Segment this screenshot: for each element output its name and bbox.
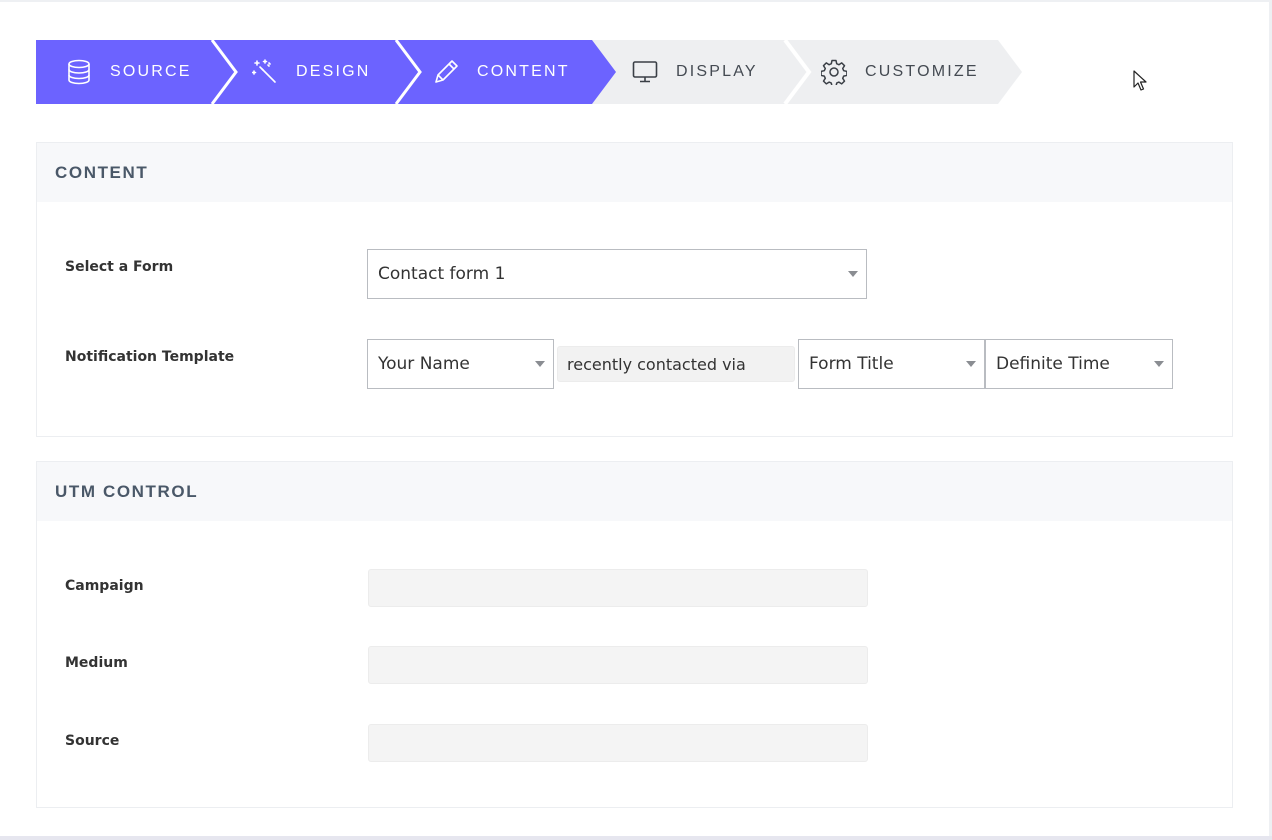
source-label: Source: [65, 733, 120, 749]
utm-control-panel: UTM CONTROL Campaign Medium Source: [36, 461, 1233, 808]
content-panel: CONTENT Select a Form Contact form 1 Not…: [36, 142, 1233, 437]
step-label: SOURCE: [110, 63, 192, 80]
panel-title: UTM CONTROL: [55, 481, 199, 501]
step-design[interactable]: DESIGN: [252, 40, 371, 104]
template-static-text-value: recently contacted via: [567, 354, 746, 374]
step-display[interactable]: DISPLAY: [632, 40, 758, 104]
medium-input[interactable]: [368, 646, 868, 684]
mouse-cursor-icon: [1133, 70, 1147, 91]
chevron-down-icon: [535, 361, 545, 367]
step-label: CUSTOMIZE: [865, 63, 979, 80]
campaign-label: Campaign: [65, 578, 144, 594]
template-title-select[interactable]: Form Title: [798, 339, 985, 389]
page: SOURCE DESIGN CONTENT DISPLAY CUSTOMIZE …: [0, 0, 1272, 840]
chevron-down-icon: [966, 361, 976, 367]
template-static-text: recently contacted via: [557, 346, 795, 382]
magic-wand-icon: [252, 59, 278, 85]
step-label: DISPLAY: [676, 63, 758, 80]
step-label: DESIGN: [296, 63, 371, 80]
chevron-down-icon: [1154, 361, 1164, 367]
template-time-select[interactable]: Definite Time: [985, 339, 1173, 389]
wizard-stepper: SOURCE DESIGN CONTENT DISPLAY CUSTOMIZE: [36, 40, 1036, 104]
pencil-icon: [433, 59, 459, 85]
source-input[interactable]: [368, 724, 868, 762]
step-customize[interactable]: CUSTOMIZE: [821, 40, 979, 104]
campaign-input[interactable]: [368, 569, 868, 607]
notification-template-label: Notification Template: [65, 349, 235, 365]
chevron-down-icon: [848, 271, 858, 277]
step-content[interactable]: CONTENT: [433, 40, 570, 104]
template-name-value: Your Name: [378, 354, 470, 374]
content-panel-header: CONTENT: [37, 143, 1232, 202]
form-select[interactable]: Contact form 1: [367, 249, 867, 299]
form-select-value: Contact form 1: [378, 264, 506, 284]
gear-icon: [821, 59, 847, 85]
window-bottom-edge: [0, 836, 1272, 840]
step-label: CONTENT: [477, 63, 570, 80]
template-title-value: Form Title: [809, 354, 894, 374]
medium-label: Medium: [65, 655, 128, 671]
template-name-select[interactable]: Your Name: [367, 339, 554, 389]
utm-panel-header: UTM CONTROL: [37, 462, 1232, 521]
step-source[interactable]: SOURCE: [66, 40, 192, 104]
monitor-icon: [632, 59, 658, 85]
template-time-value: Definite Time: [996, 354, 1110, 374]
panel-title: CONTENT: [55, 162, 149, 182]
select-form-label: Select a Form: [65, 259, 174, 275]
database-icon: [66, 59, 92, 85]
